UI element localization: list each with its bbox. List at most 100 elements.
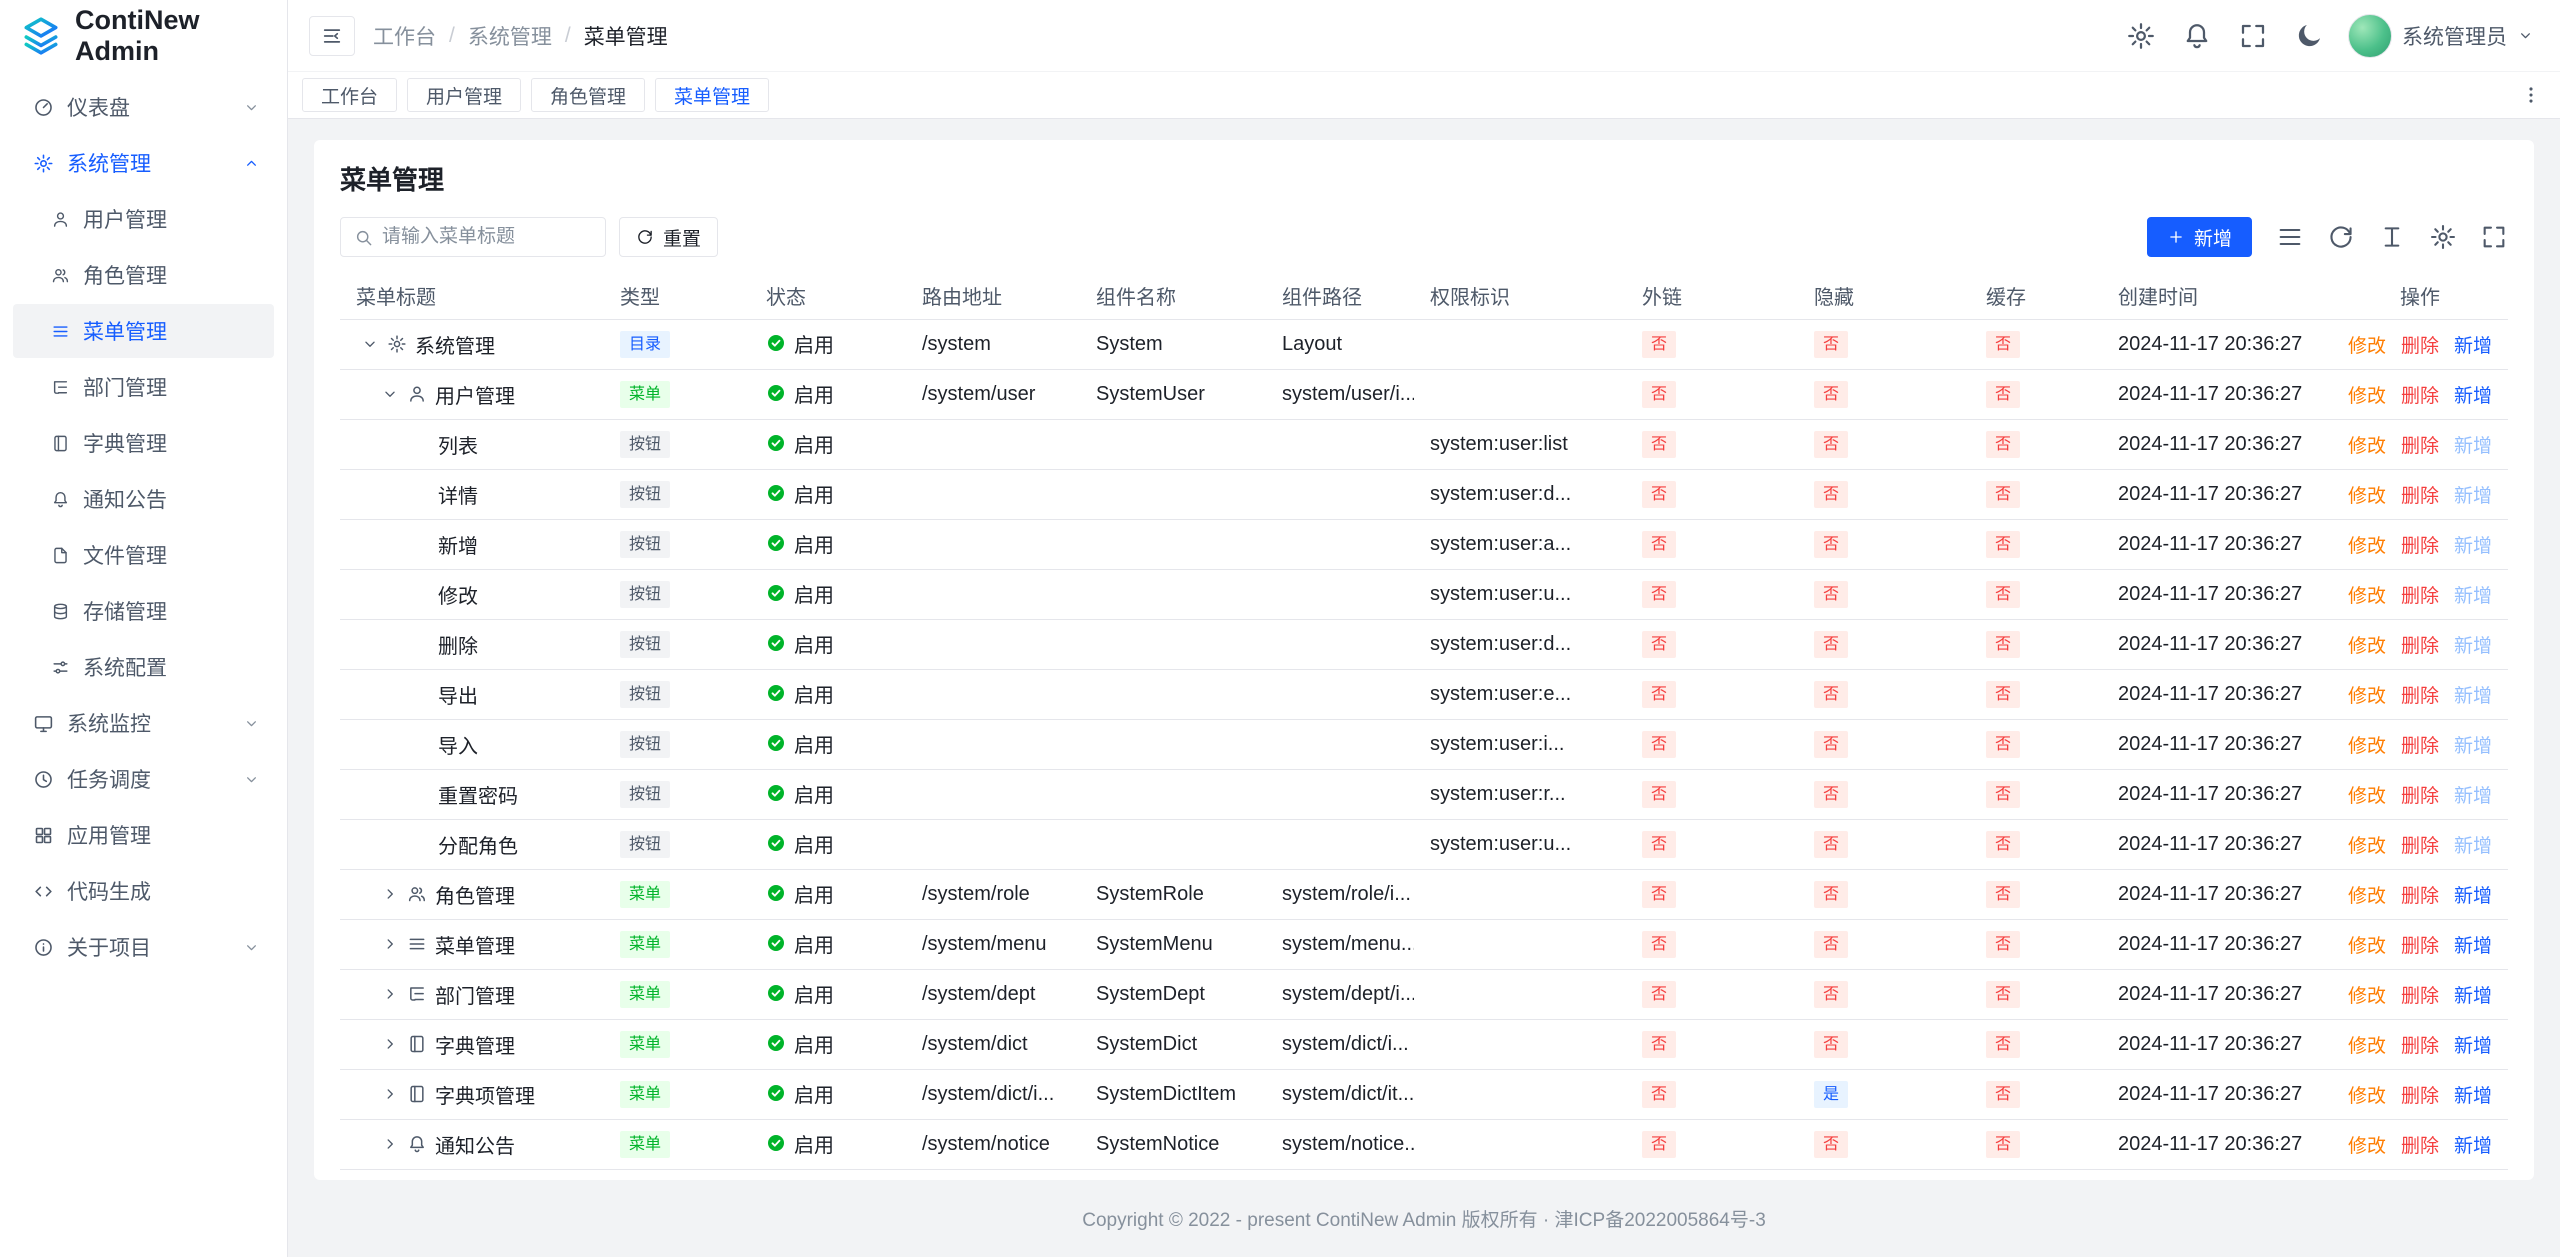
edit-action[interactable]: 修改 — [2348, 386, 2386, 407]
delete-action[interactable]: 删除 — [2401, 336, 2439, 357]
row-expand-toggle[interactable] — [381, 885, 399, 903]
check-circle-icon — [766, 933, 786, 953]
route-cell — [906, 719, 1080, 769]
delete-action[interactable]: 删除 — [2401, 636, 2439, 657]
tab-role-management[interactable]: 角色管理 — [531, 78, 645, 112]
add-action[interactable]: 新增 — [2454, 336, 2492, 357]
reset-button[interactable]: 重置 — [619, 217, 718, 257]
collapse-sidebar-button[interactable] — [309, 16, 355, 56]
row-expand-toggle[interactable] — [381, 1085, 399, 1103]
add-action[interactable]: 新增 — [2454, 1036, 2492, 1057]
breadcrumb-item[interactable]: 系统管理 — [468, 21, 552, 51]
external-badge: 否 — [1642, 531, 1676, 558]
sidebar-item-app-management[interactable]: 应用管理 — [13, 808, 274, 862]
row-expand-toggle[interactable] — [361, 335, 379, 353]
delete-action[interactable]: 删除 — [2401, 886, 2439, 907]
sidebar-item-job-schedule[interactable]: 任务调度 — [13, 752, 274, 806]
edit-action[interactable]: 修改 — [2348, 986, 2386, 1007]
sidebar-item-role-management[interactable]: 角色管理 — [13, 248, 274, 302]
permission-cell — [1414, 1019, 1626, 1069]
edit-action[interactable]: 修改 — [2348, 636, 2386, 657]
edit-action[interactable]: 修改 — [2348, 486, 2386, 507]
edit-action[interactable]: 修改 — [2348, 936, 2386, 957]
row-expand-toggle[interactable] — [381, 935, 399, 953]
tab-menu-management[interactable]: 菜单管理 — [655, 78, 769, 112]
notifications-button[interactable] — [2182, 21, 2212, 51]
edit-action[interactable]: 修改 — [2348, 1136, 2386, 1157]
sidebar-item-notice[interactable]: 通知公告 — [13, 472, 274, 526]
user-menu[interactable]: 系统管理员 — [2348, 14, 2534, 58]
table-row: 部门管理菜单启用/system/deptSystemDeptsystem/dep… — [340, 969, 2508, 1019]
column-settings-button[interactable] — [2429, 223, 2457, 251]
add-action[interactable]: 新增 — [2454, 886, 2492, 907]
sidebar-item-about-project[interactable]: 关于项目 — [13, 920, 274, 974]
edit-action[interactable]: 修改 — [2348, 736, 2386, 757]
delete-action[interactable]: 删除 — [2401, 786, 2439, 807]
add-action[interactable]: 新增 — [2454, 1136, 2492, 1157]
row-expand-toggle[interactable] — [381, 1135, 399, 1153]
delete-action[interactable]: 删除 — [2401, 736, 2439, 757]
add-action[interactable]: 新增 — [2454, 986, 2492, 1007]
edit-action[interactable]: 修改 — [2348, 1036, 2386, 1057]
delete-action[interactable]: 删除 — [2401, 386, 2439, 407]
row-expand-toggle[interactable] — [381, 1035, 399, 1053]
sidebar-item-code-generation[interactable]: 代码生成 — [13, 864, 274, 918]
dark-mode-button[interactable] — [2294, 21, 2324, 51]
edit-action[interactable]: 修改 — [2348, 836, 2386, 857]
tab-actions-button[interactable] — [2516, 80, 2546, 110]
delete-action[interactable]: 删除 — [2401, 486, 2439, 507]
fullscreen-button[interactable] — [2238, 21, 2268, 51]
search-input[interactable] — [382, 226, 592, 248]
edit-action[interactable]: 修改 — [2348, 336, 2386, 357]
density-button[interactable] — [2276, 223, 2304, 251]
table-fullscreen-button[interactable] — [2480, 223, 2508, 251]
edit-action[interactable]: 修改 — [2348, 436, 2386, 457]
delete-action[interactable]: 删除 — [2401, 986, 2439, 1007]
sidebar-item-file-management[interactable]: 文件管理 — [13, 528, 274, 582]
sidebar-item-user-management[interactable]: 用户管理 — [13, 192, 274, 246]
add-action[interactable]: 新增 — [2454, 386, 2492, 407]
refresh-button[interactable] — [2327, 223, 2355, 251]
delete-action[interactable]: 删除 — [2401, 1136, 2439, 1157]
tab-user-management[interactable]: 用户管理 — [407, 78, 521, 112]
delete-action[interactable]: 删除 — [2401, 686, 2439, 707]
row-expand-toggle[interactable] — [381, 985, 399, 1003]
delete-action[interactable]: 删除 — [2401, 936, 2439, 957]
sidebar-item-dict-management[interactable]: 字典管理 — [13, 416, 274, 470]
hidden-badge: 否 — [1814, 531, 1848, 558]
edit-action[interactable]: 修改 — [2348, 536, 2386, 557]
status-cell: 启用 — [750, 969, 906, 1019]
hidden-badge: 否 — [1814, 981, 1848, 1008]
chevron-right-icon — [381, 935, 399, 953]
breadcrumb-item[interactable]: 工作台 — [373, 21, 436, 51]
delete-action[interactable]: 删除 — [2401, 1086, 2439, 1107]
cache-badge: 否 — [1986, 831, 2020, 858]
sidebar-item-system-config[interactable]: 系统配置 — [13, 640, 274, 694]
delete-action[interactable]: 删除 — [2401, 536, 2439, 557]
row-expand-toggle[interactable] — [381, 385, 399, 403]
edit-action[interactable]: 修改 — [2348, 1086, 2386, 1107]
edit-action[interactable]: 修改 — [2348, 886, 2386, 907]
delete-action[interactable]: 删除 — [2401, 586, 2439, 607]
status-enabled: 启用 — [766, 979, 834, 1008]
sidebar-item-storage-management[interactable]: 存储管理 — [13, 584, 274, 638]
settings-button[interactable] — [2126, 21, 2156, 51]
row-height-button[interactable] — [2378, 223, 2406, 251]
add-action[interactable]: 新增 — [2454, 1086, 2492, 1107]
delete-action[interactable]: 删除 — [2401, 1036, 2439, 1057]
delete-action[interactable]: 删除 — [2401, 436, 2439, 457]
delete-action[interactable]: 删除 — [2401, 836, 2439, 857]
tab-workbench[interactable]: 工作台 — [302, 78, 397, 112]
menu-icon — [407, 934, 427, 954]
sidebar-item-system-management[interactable]: 系统管理 — [13, 136, 274, 190]
sidebar-item-system-monitor[interactable]: 系统监控 — [13, 696, 274, 750]
edit-action[interactable]: 修改 — [2348, 686, 2386, 707]
sidebar-item-dashboard[interactable]: 仪表盘 — [13, 80, 274, 134]
edit-action[interactable]: 修改 — [2348, 586, 2386, 607]
sidebar-item-dept-management[interactable]: 部门管理 — [13, 360, 274, 414]
edit-action[interactable]: 修改 — [2348, 786, 2386, 807]
breadcrumb-item[interactable]: 菜单管理 — [584, 21, 668, 51]
add-action[interactable]: 新增 — [2454, 936, 2492, 957]
sidebar-item-menu-management[interactable]: 菜单管理 — [13, 304, 274, 358]
add-button[interactable]: 新增 — [2147, 217, 2252, 257]
